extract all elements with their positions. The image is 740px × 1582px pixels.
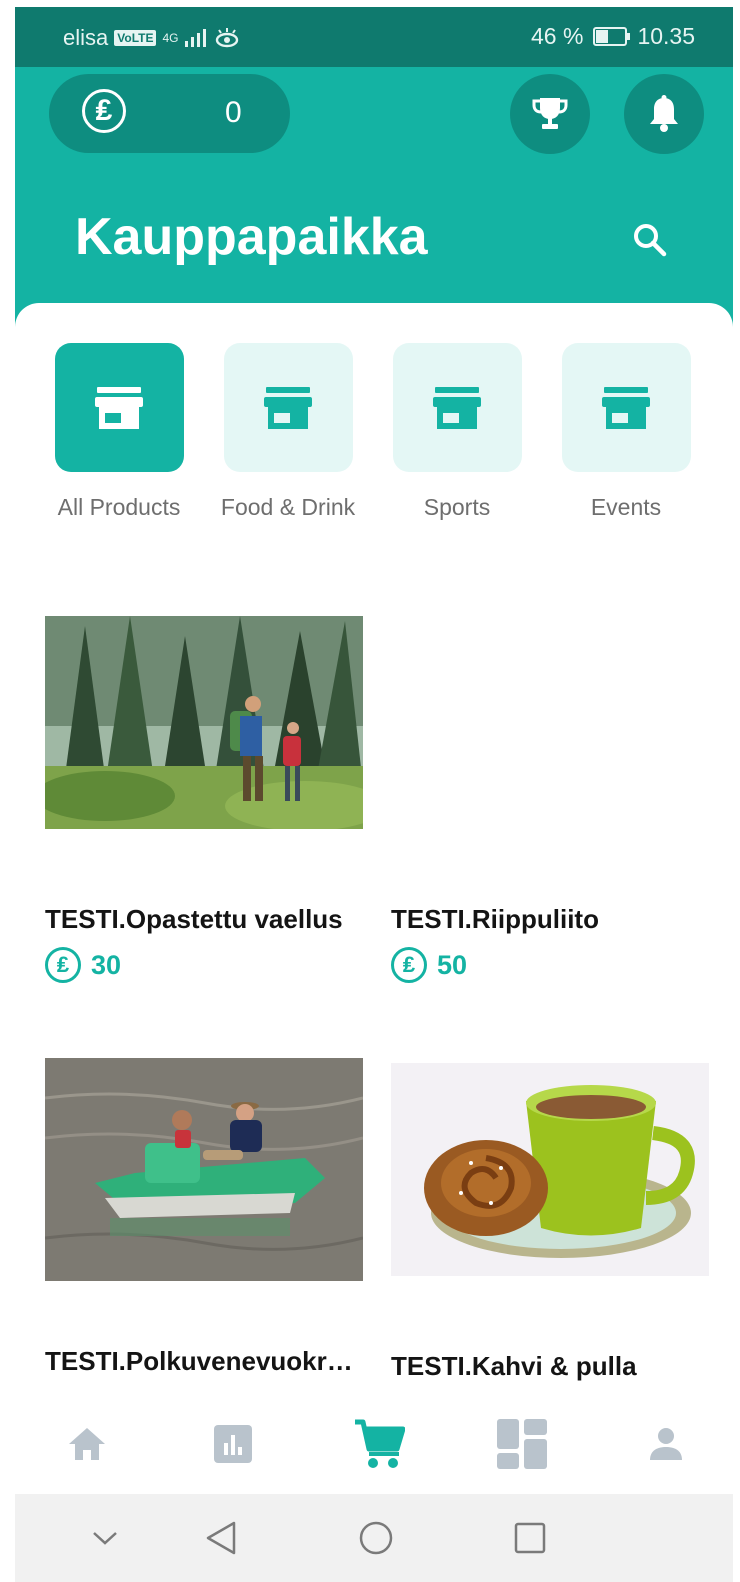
status-left: elisa VoLTE 4G xyxy=(63,25,240,51)
category-food-drink[interactable]: Food & Drink xyxy=(198,343,378,521)
back-button[interactable] xyxy=(199,1516,243,1560)
eye-comfort-icon xyxy=(216,28,239,48)
coin-icon: ₤ xyxy=(82,89,126,133)
system-navigation-bar xyxy=(15,1494,733,1582)
chevron-down-icon xyxy=(93,1532,117,1545)
coin-icon: ₤ xyxy=(391,947,427,983)
stats-icon xyxy=(214,1425,252,1463)
product-price: ₤ 50 xyxy=(391,947,711,983)
product-image xyxy=(45,1058,363,1281)
cart-icon xyxy=(355,1419,405,1468)
dashboard-icon xyxy=(497,1419,547,1469)
notifications-button[interactable] xyxy=(624,74,704,154)
store-icon xyxy=(95,386,143,429)
coin-balance-pill[interactable]: ₤ 0 xyxy=(49,74,290,153)
category-tile xyxy=(223,343,353,472)
store-icon xyxy=(602,386,650,429)
category-label: All Products xyxy=(57,494,181,520)
status-right: 46 % 10.35 xyxy=(531,23,695,50)
category-label: Sports xyxy=(423,494,491,520)
product-price: ₤ 30 xyxy=(45,947,365,983)
product-name: TESTI.Riippuliito xyxy=(391,904,599,934)
recents-button[interactable] xyxy=(508,1516,552,1560)
trophy-icon xyxy=(532,98,568,129)
bell-icon xyxy=(650,95,678,132)
app-screen: elisa VoLTE 4G 46 % 10.35 ₤ 0 Kauppapaik… xyxy=(15,7,733,1582)
signal-icon xyxy=(185,29,207,47)
carrier-name: elisa xyxy=(63,25,109,50)
price-value: 50 xyxy=(437,949,468,980)
category-sports[interactable]: Sports xyxy=(367,343,547,521)
product-image-placeholder xyxy=(391,616,709,829)
store-icon xyxy=(264,386,312,429)
nav-marketplace[interactable] xyxy=(349,1414,409,1474)
category-label: Food & Drink xyxy=(220,494,356,520)
product-name: TESTI.Kahvi & pulla xyxy=(391,1351,637,1381)
category-label: Events xyxy=(590,494,662,520)
category-events[interactable]: Events xyxy=(536,343,716,521)
clock: 10.35 xyxy=(637,23,695,49)
price-value: 30 xyxy=(91,949,122,980)
back-triangle-icon xyxy=(206,1521,236,1555)
product-name: TESTI.Opastettu vaellus xyxy=(45,904,343,934)
coin-balance: 0 xyxy=(225,96,242,129)
category-all-products[interactable]: All Products xyxy=(29,343,209,521)
marketplace-content: All Products Food & Drink Sports Events … xyxy=(15,303,733,1423)
category-tile xyxy=(54,343,184,472)
trophy-button[interactable] xyxy=(510,74,590,154)
nav-stats[interactable] xyxy=(203,1414,263,1474)
home-icon xyxy=(69,1428,105,1460)
app-header: ₤ 0 Kauppapaikka xyxy=(15,67,733,327)
home-system-button[interactable] xyxy=(354,1516,398,1560)
network-type: 4G xyxy=(162,31,179,45)
coin-icon: ₤ xyxy=(45,947,81,983)
product-name: TESTI.Polkuvenevuokraus xyxy=(45,1346,365,1376)
battery-icon xyxy=(593,27,631,46)
page-title: Kauppapaikka xyxy=(75,208,428,266)
category-tile xyxy=(392,343,522,472)
store-icon xyxy=(433,386,481,429)
volte-badge: VoLTE xyxy=(114,30,157,46)
nav-dashboard[interactable] xyxy=(492,1414,552,1474)
product-card[interactable]: TESTI.Polkuvenevuokraus xyxy=(45,1058,365,1377)
collapse-button[interactable] xyxy=(83,1516,127,1560)
nav-profile[interactable] xyxy=(636,1414,696,1474)
status-bar: elisa VoLTE 4G 46 % 10.35 xyxy=(15,7,733,67)
product-image xyxy=(45,616,363,829)
category-tile xyxy=(561,343,691,472)
battery-percent: 46 % xyxy=(531,23,584,49)
product-card[interactable]: TESTI.Kahvi & pulla xyxy=(391,1063,711,1382)
recents-square-icon xyxy=(514,1522,546,1554)
bottom-navigation xyxy=(15,1404,733,1494)
product-card[interactable]: TESTI.Riippuliito ₤ 50 xyxy=(391,616,711,983)
nav-home[interactable] xyxy=(57,1414,117,1474)
battery-level xyxy=(596,30,609,43)
product-image xyxy=(391,1063,709,1276)
search-button[interactable] xyxy=(627,217,673,263)
home-circle-icon xyxy=(359,1521,393,1555)
person-icon xyxy=(650,1428,682,1460)
product-card[interactable]: TESTI.Opastettu vaellus ₤ 30 xyxy=(45,616,365,983)
search-icon xyxy=(634,224,667,257)
